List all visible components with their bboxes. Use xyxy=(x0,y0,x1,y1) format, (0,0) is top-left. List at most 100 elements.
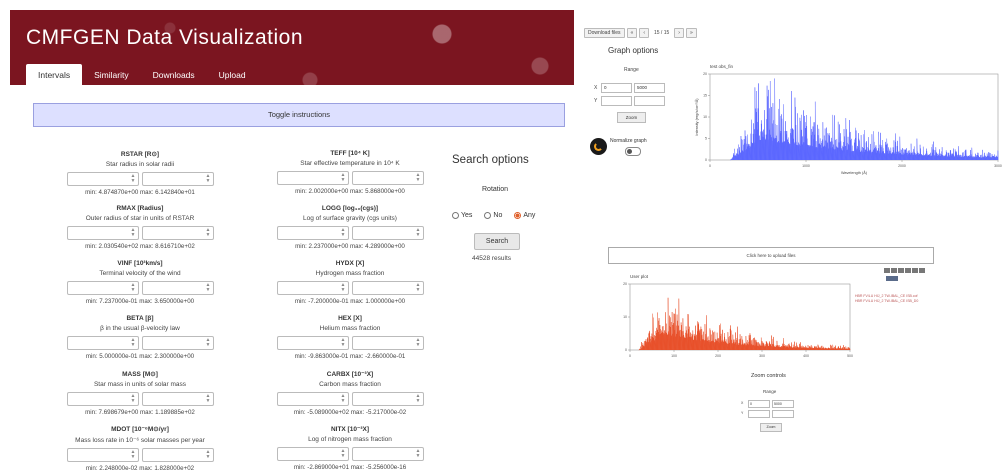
spinner-icon[interactable]: ▲ ▼ xyxy=(416,283,421,293)
plot-mode-icon[interactable] xyxy=(886,276,898,281)
parameter-description: Star effective temperature in 10⁴ K xyxy=(300,160,400,167)
spinner-icon[interactable]: ▲ ▼ xyxy=(131,338,136,348)
zoom-x-label: X xyxy=(741,401,744,405)
plot-legend: HBR FV/LU HIJ_2 TW-IBAL_CE ISB.cof HBR F… xyxy=(855,294,918,304)
parameter-max-input[interactable]: ▲ ▼ xyxy=(141,448,214,462)
parameter-range: min: 7.237000e-01 max: 3.650000e+00 xyxy=(85,298,195,305)
save-icon[interactable] xyxy=(905,268,911,273)
zoom-controls-button[interactable]: Zoom xyxy=(760,423,782,432)
parameter-name: HYDX [X] xyxy=(335,260,365,267)
parameter-max-input[interactable]: ▲ ▼ xyxy=(351,226,424,240)
spinner-icon[interactable]: ▲ ▼ xyxy=(341,338,346,348)
settings-icon[interactable] xyxy=(919,268,925,273)
spinner-icon[interactable]: ▲ ▼ xyxy=(341,449,346,459)
spinner-icon[interactable]: ▲ ▼ xyxy=(341,173,346,183)
parameter-min-input[interactable]: ▲ ▼ xyxy=(276,226,349,240)
parameter-max-input[interactable]: ▲ ▼ xyxy=(141,172,214,186)
tab-upload[interactable]: Upload xyxy=(207,64,258,85)
spinner-icon[interactable]: ▲ ▼ xyxy=(131,228,136,238)
home-icon[interactable] xyxy=(898,268,904,273)
spinner-icon[interactable]: ▲ ▼ xyxy=(416,338,421,348)
spinner-icon[interactable]: ▲ ▼ xyxy=(341,283,346,293)
tab-intervals[interactable]: Intervals xyxy=(26,64,83,85)
parameter-max-input[interactable]: ▲ ▼ xyxy=(351,171,424,185)
x-tick-label: 2000 xyxy=(898,164,906,168)
zoom-x-min-input[interactable]: 0 xyxy=(748,400,770,408)
y-max-input[interactable] xyxy=(634,96,665,106)
parameter-max-input[interactable]: ▲ ▼ xyxy=(351,392,424,406)
parameter-max-input[interactable]: ▲ ▼ xyxy=(351,336,424,350)
parameter-max-input[interactable]: ▲ ▼ xyxy=(351,281,424,295)
parameter-min-input[interactable]: ▲ ▼ xyxy=(276,281,349,295)
parameter-min-input[interactable]: ▲ ▼ xyxy=(66,172,139,186)
search-button[interactable]: Search xyxy=(474,233,520,250)
reset-icon[interactable] xyxy=(912,268,918,273)
spinner-icon[interactable]: ▲ ▼ xyxy=(416,449,421,459)
zoom-x-max-input[interactable]: 5000 xyxy=(772,400,794,408)
toggle-instructions-button[interactable]: Toggle instructions xyxy=(33,103,565,127)
tab-similarity[interactable]: Similarity xyxy=(82,64,140,85)
x-label: X xyxy=(594,85,598,91)
parameter-block: NITX [10⁻³X] Log of nitrogen mass fractio… xyxy=(250,425,450,471)
rotation-yes-radio[interactable]: Yes xyxy=(452,212,472,219)
parameter-min-input[interactable]: ▲ ▼ xyxy=(276,171,349,185)
spinner-icon[interactable]: ▲ ▼ xyxy=(131,174,136,184)
zoom-icon[interactable] xyxy=(891,268,897,273)
parameter-min-input[interactable]: ▲ ▼ xyxy=(66,336,139,350)
parameter-min-input[interactable]: ▲ ▼ xyxy=(66,448,139,462)
upload-files-button[interactable]: Click here to upload files xyxy=(608,247,934,264)
parameter-min-input[interactable]: ▲ ▼ xyxy=(276,336,349,350)
parameter-min-input[interactable]: ▲ ▼ xyxy=(66,392,139,406)
parameter-min-input[interactable]: ▲ ▼ xyxy=(276,447,349,461)
spinner-icon[interactable]: ▲ ▼ xyxy=(206,283,211,293)
x-max-input[interactable]: 5000 xyxy=(634,83,665,93)
first-page-button[interactable]: « xyxy=(626,28,638,38)
spinner-icon[interactable]: ▲ ▼ xyxy=(131,283,136,293)
parameter-block: LOGG [log₁₀(cgs)] Log of surface gravity … xyxy=(250,205,450,250)
spinner-icon[interactable]: ▲ ▼ xyxy=(206,228,211,238)
parameter-max-input[interactable]: ▲ ▼ xyxy=(351,447,424,461)
spinner-icon[interactable]: ▲ ▼ xyxy=(341,394,346,404)
spinner-icon[interactable]: ▲ ▼ xyxy=(206,174,211,184)
y-tick-label: 20 xyxy=(623,282,627,286)
rotation-any-radio[interactable]: Any xyxy=(514,212,535,219)
parameter-block: MASS [M⊙] Star mass in units of solar mas… xyxy=(40,370,240,416)
normalize-toggle[interactable] xyxy=(625,147,641,156)
download-files-button[interactable]: Download files xyxy=(584,28,625,38)
parameter-max-input[interactable]: ▲ ▼ xyxy=(141,336,214,350)
radio-circle-selected xyxy=(514,212,522,219)
parameter-min-input[interactable]: ▲ ▼ xyxy=(66,226,139,240)
last-page-button[interactable]: » xyxy=(685,28,697,38)
parameter-inputs: ▲ ▼ ▲ ▼ xyxy=(40,172,240,186)
spinner-icon[interactable]: ▲ ▼ xyxy=(131,394,136,404)
app-header: CMFGEN Data Visualization Intervals Simi… xyxy=(10,10,574,85)
y-min-input[interactable] xyxy=(601,96,632,106)
parameter-description: Outer radius of star in units of RSTAR xyxy=(85,215,195,222)
parameter-block: RMAX [Radius] Outer radius of star in uni… xyxy=(40,205,240,250)
prev-page-button[interactable]: ‹ xyxy=(639,28,649,38)
parameter-max-input[interactable]: ▲ ▼ xyxy=(141,281,214,295)
parameter-max-input[interactable]: ▲ ▼ xyxy=(141,392,214,406)
zoom-y-max-input[interactable] xyxy=(772,410,794,418)
parameter-inputs: ▲ ▼ ▲ ▼ xyxy=(250,226,450,240)
zoom-y-min-input[interactable] xyxy=(748,410,770,418)
next-page-button[interactable]: › xyxy=(674,28,684,38)
parameter-max-input[interactable]: ▲ ▼ xyxy=(141,226,214,240)
parameter-name: RSTAR [R⊙] xyxy=(120,151,160,158)
zoom-button[interactable]: Zoom xyxy=(617,112,646,123)
spinner-icon[interactable]: ▲ ▼ xyxy=(206,338,211,348)
parameter-min-input[interactable]: ▲ ▼ xyxy=(276,392,349,406)
spinner-icon[interactable]: ▲ ▼ xyxy=(206,450,211,460)
tab-downloads[interactable]: Downloads xyxy=(141,64,207,85)
file-toolbar: Download files « ‹ 15 / 15 › » xyxy=(584,28,697,38)
spinner-icon[interactable]: ▲ ▼ xyxy=(341,228,346,238)
x-min-input[interactable]: 0 xyxy=(601,83,632,93)
spinner-icon[interactable]: ▲ ▼ xyxy=(206,394,211,404)
spinner-icon[interactable]: ▲ ▼ xyxy=(416,394,421,404)
spinner-icon[interactable]: ▲ ▼ xyxy=(416,228,421,238)
pan-icon[interactable] xyxy=(884,268,890,273)
spinner-icon[interactable]: ▲ ▼ xyxy=(416,173,421,183)
parameter-min-input[interactable]: ▲ ▼ xyxy=(66,281,139,295)
rotation-no-radio[interactable]: No xyxy=(484,212,502,219)
spinner-icon[interactable]: ▲ ▼ xyxy=(131,450,136,460)
